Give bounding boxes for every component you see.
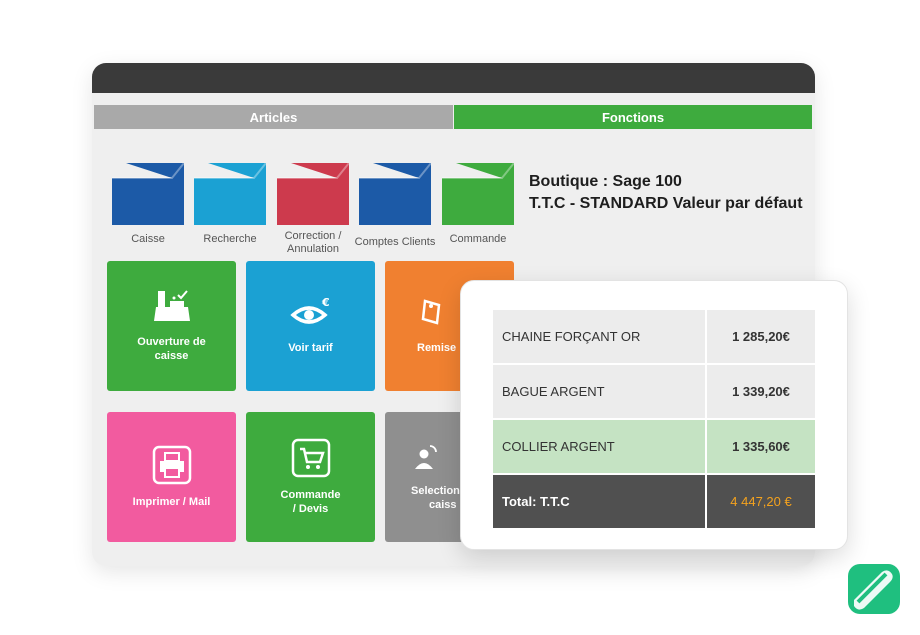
user-switch-icon <box>415 445 437 469</box>
ticket-item-amount: 1 285,20€ <box>704 308 818 365</box>
shopping-cart-icon <box>291 438 330 478</box>
recherche-folder-icon <box>194 163 266 225</box>
ticket-item-name: CHAINE FORÇANT OR <box>491 308 707 365</box>
price-tag-icon <box>421 299 441 325</box>
ticket-item-amount: 1 335,60€ <box>704 418 818 475</box>
svg-text:€: € <box>321 297 330 309</box>
ticket-total-amount: 4 447,20 € <box>704 473 818 530</box>
folder-label-commande: Commande <box>449 233 507 245</box>
ticket-item-name: COLLIER ARGENT <box>491 418 707 475</box>
tab-articles[interactable]: Articles <box>94 105 453 129</box>
commande-devis-label: Commande / Devis <box>280 489 341 515</box>
ouverture-caisse-label: Ouverture de caisse <box>137 336 206 362</box>
window-title-bar <box>92 63 815 93</box>
commande-devis-button[interactable]: Commande / Devis <box>246 412 375 542</box>
eye-euro-icon: € <box>289 297 330 324</box>
caisse-folder-icon <box>112 163 184 225</box>
imprimer-mail-button[interactable]: Imprimer / Mail <box>107 412 236 542</box>
printer-icon <box>152 445 191 485</box>
tab-fonctions[interactable]: Fonctions <box>454 105 812 129</box>
boutique-info: Boutique : Sage 100 T.T.C - STANDARD Val… <box>529 171 803 215</box>
brand-logo-icon <box>848 564 900 614</box>
cash-register-icon <box>153 290 190 321</box>
folder-label-comptes-clients: Comptes Clients <box>354 236 436 248</box>
ticket-item-amount: 1 339,20€ <box>704 363 818 420</box>
ouverture-caisse-button[interactable]: Ouverture de caisse <box>107 261 236 391</box>
voir-tarif-button[interactable]: € Voir tarif <box>246 261 375 391</box>
correction-folder-icon <box>277 163 349 225</box>
ticket-table: CHAINE FORÇANT OR 1 285,20€ BAGUE ARGENT… <box>491 308 818 530</box>
ticket-total-row: Total: T.T.C 4 447,20 € <box>491 473 818 530</box>
ticket-row[interactable]: BAGUE ARGENT 1 339,20€ <box>491 363 818 420</box>
folder-label-recherche: Recherche <box>203 233 257 245</box>
ticket-row-selected[interactable]: COLLIER ARGENT 1 335,60€ <box>491 418 818 475</box>
ticket-row[interactable]: CHAINE FORÇANT OR 1 285,20€ <box>491 308 818 365</box>
ticket-item-name: BAGUE ARGENT <box>491 363 707 420</box>
selection-caisse-label: Selection caiss <box>411 485 460 511</box>
sales-ticket-panel: CHAINE FORÇANT OR 1 285,20€ BAGUE ARGENT… <box>460 280 848 550</box>
comptes-clients-folder-icon <box>359 163 431 225</box>
remise-label: Remise <box>417 342 457 354</box>
ticket-total-label: Total: T.T.C <box>491 473 707 530</box>
price-mode: T.T.C - STANDARD Valeur par défaut <box>529 195 803 212</box>
boutique-name: Boutique : Sage 100 <box>529 173 682 190</box>
voir-tarif-label: Voir tarif <box>288 342 333 354</box>
commande-folder-icon <box>442 163 514 225</box>
imprimer-mail-label: Imprimer / Mail <box>132 496 211 508</box>
